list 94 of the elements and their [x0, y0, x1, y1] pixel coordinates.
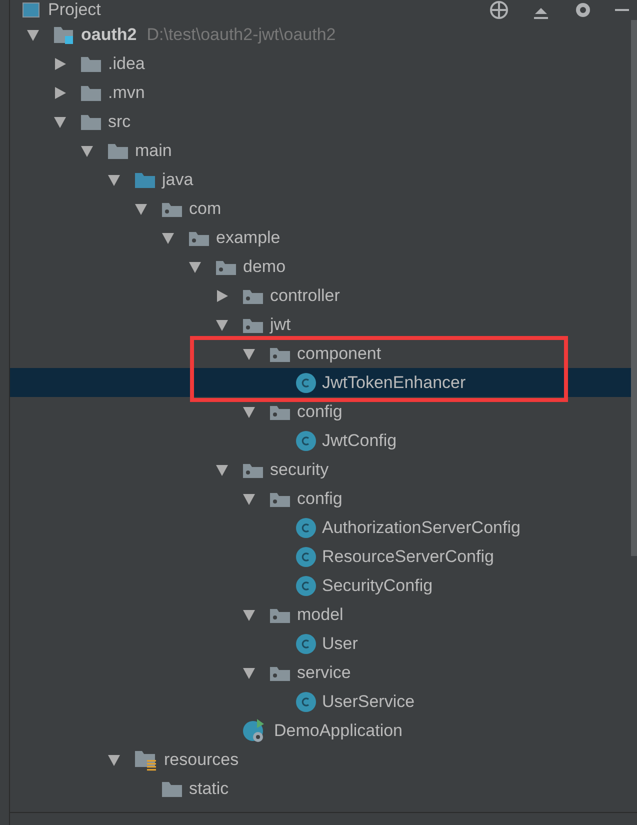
- item-name: example: [216, 226, 280, 249]
- expanded-arrow-icon[interactable]: [134, 202, 148, 216]
- expanded-arrow-icon[interactable]: [107, 752, 121, 766]
- item-name: ResourceServerConfig: [322, 546, 494, 568]
- scrollbar-thumb[interactable]: [631, 20, 637, 556]
- expanded-arrow-icon[interactable]: [26, 28, 40, 42]
- tree-row[interactable]: .idea: [10, 49, 631, 78]
- panel-title: Project: [48, 0, 101, 20]
- tree-row[interactable]: src: [10, 107, 631, 136]
- expanded-arrow-icon[interactable]: [215, 318, 229, 332]
- tree-row[interactable]: oauth2 D:\test\oauth2-jwt\oauth2: [10, 20, 631, 49]
- tree-row[interactable]: component: [10, 339, 631, 368]
- class-icon: [296, 372, 316, 392]
- tree-row[interactable]: .mvn: [10, 78, 631, 107]
- item-name: src: [108, 110, 131, 133]
- item-name: JwtTokenEnhancer: [322, 372, 466, 394]
- expanded-arrow-icon[interactable]: [53, 114, 67, 128]
- expanded-arrow-icon[interactable]: [215, 462, 229, 476]
- tree-row[interactable]: UserService: [10, 687, 631, 716]
- item-name: static: [189, 778, 229, 800]
- tree-row[interactable]: demo: [10, 252, 631, 281]
- item-name: main: [135, 140, 172, 162]
- expanded-arrow-icon[interactable]: [242, 492, 256, 506]
- folder-icon: [80, 54, 102, 72]
- class-icon: [296, 518, 316, 538]
- folder-icon: [107, 142, 129, 160]
- item-name: model: [297, 604, 344, 626]
- item-name: User: [322, 632, 358, 655]
- tree-row[interactable]: JwtTokenEnhancer: [10, 368, 631, 397]
- tree-row[interactable]: JwtConfig: [10, 426, 631, 455]
- tree-row[interactable]: security: [10, 455, 631, 484]
- item-name: security: [270, 458, 329, 481]
- tree-row[interactable]: DemoApplication: [10, 716, 631, 745]
- tree-row[interactable]: SecurityConfig: [10, 571, 631, 600]
- item-name: component: [297, 342, 382, 365]
- item-name: JwtConfig: [322, 430, 397, 452]
- collapsed-arrow-icon[interactable]: [215, 288, 229, 302]
- expanded-arrow-icon[interactable]: [242, 608, 256, 622]
- expanded-arrow-icon[interactable]: [242, 666, 256, 680]
- tree-row[interactable]: jwt: [10, 310, 631, 339]
- item-name: java: [162, 168, 194, 191]
- item-name: config: [297, 488, 342, 510]
- tree-row[interactable]: com: [10, 194, 631, 223]
- item-name: service: [297, 662, 351, 684]
- tree-row[interactable]: resources: [10, 745, 631, 774]
- expanded-arrow-icon[interactable]: [80, 144, 94, 158]
- expanded-arrow-icon[interactable]: [161, 230, 175, 244]
- item-name: demo: [243, 256, 286, 278]
- collapsed-arrow-icon[interactable]: [53, 86, 67, 100]
- expanded-arrow-icon[interactable]: [242, 404, 256, 418]
- tree-row[interactable]: model: [10, 600, 631, 629]
- folder-icon: [80, 84, 102, 102]
- folder-icon: [161, 780, 183, 798]
- tree-row[interactable]: java: [10, 165, 631, 194]
- tree-row[interactable]: User: [10, 629, 631, 658]
- item-path: D:\test\oauth2-jwt\oauth2: [146, 24, 336, 46]
- item-name: SecurityConfig: [322, 574, 433, 597]
- item-name: UserService: [322, 690, 415, 713]
- tree-row[interactable]: config: [10, 484, 631, 513]
- item-name: .mvn: [108, 82, 145, 104]
- expanded-arrow-icon[interactable]: [242, 346, 256, 360]
- minimize-icon[interactable]: [615, 8, 629, 12]
- item-name: DemoApplication: [274, 720, 403, 742]
- class-icon: [296, 546, 316, 566]
- expanded-arrow-icon[interactable]: [107, 172, 121, 186]
- expanded-arrow-icon[interactable]: [188, 260, 202, 274]
- tree-row[interactable]: AuthorizationServerConfig: [10, 513, 631, 542]
- class-icon: [296, 634, 316, 654]
- item-name: jwt: [270, 314, 291, 336]
- collapsed-arrow-icon[interactable]: [53, 56, 67, 70]
- module-folder-icon: [53, 24, 75, 44]
- class-icon: [296, 576, 316, 596]
- item-name: controller: [270, 284, 340, 307]
- item-name: AuthorizationServerConfig: [322, 516, 520, 539]
- tree-row[interactable]: ResourceServerConfig: [10, 542, 631, 571]
- item-name: oauth2: [81, 24, 137, 46]
- tree-row[interactable]: config: [10, 397, 631, 426]
- project-icon: [22, 2, 40, 18]
- item-name: config: [297, 400, 342, 423]
- settings-icon[interactable]: [573, 0, 593, 20]
- item-name: .idea: [108, 52, 145, 75]
- tree-row[interactable]: controller: [10, 281, 631, 310]
- item-name: resources: [164, 748, 239, 771]
- target-icon[interactable]: [489, 0, 509, 20]
- tree-row[interactable]: service: [10, 658, 631, 687]
- folder-icon: [80, 112, 102, 130]
- item-name: com: [189, 198, 222, 220]
- resources-folder-icon: [134, 748, 158, 770]
- tree-row[interactable]: main: [10, 136, 631, 165]
- folder-icon: [134, 170, 156, 188]
- tree-row[interactable]: static: [10, 774, 631, 803]
- class-icon: [296, 692, 316, 712]
- class-icon: [296, 430, 316, 450]
- tree-row[interactable]: example: [10, 223, 631, 252]
